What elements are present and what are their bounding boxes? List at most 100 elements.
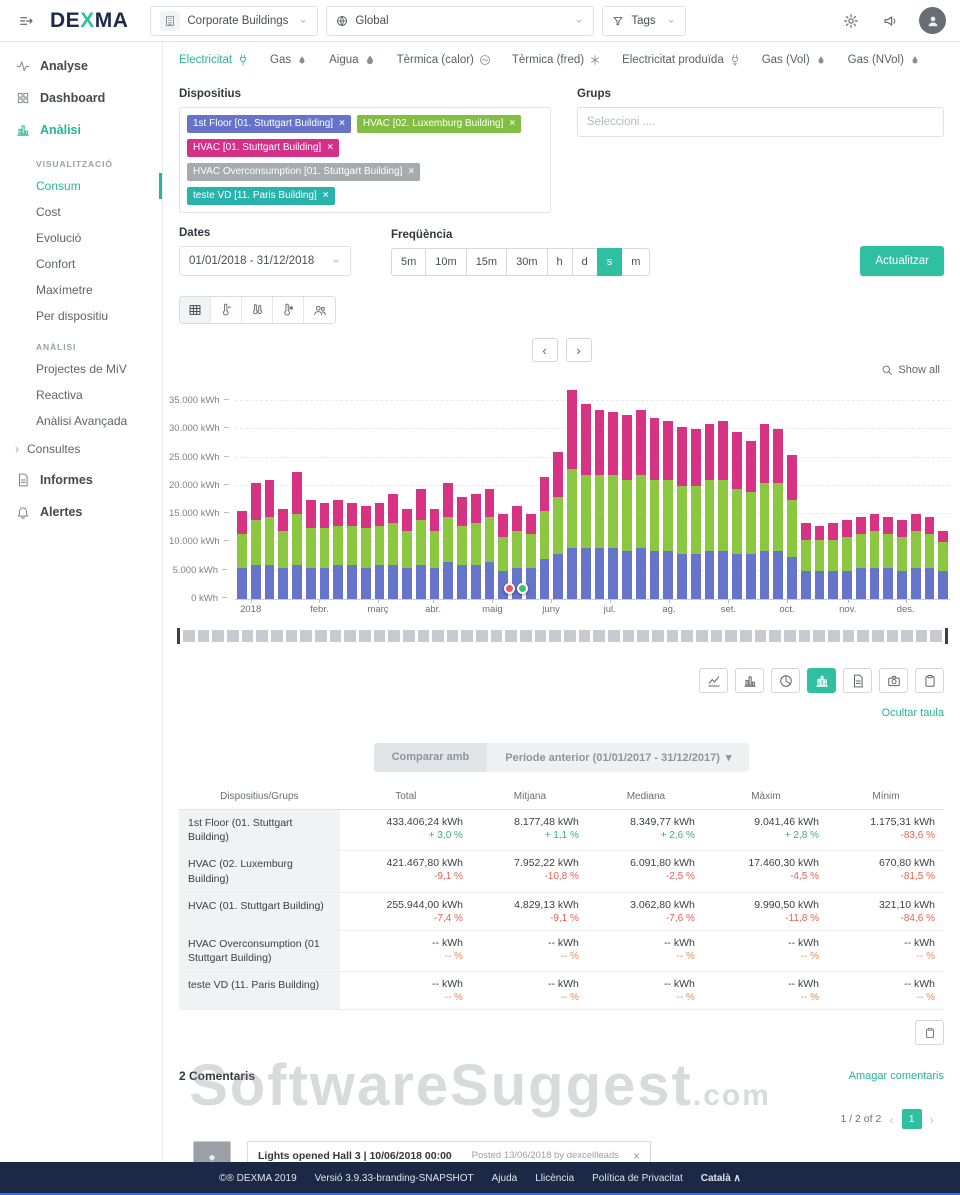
scrollbar-segment[interactable] [711, 630, 723, 642]
scrollbar-left-handle[interactable] [177, 628, 180, 644]
line-chart-button[interactable] [699, 668, 728, 693]
scrollbar-segment[interactable] [374, 630, 386, 642]
cooling-degree-days-button[interactable] [273, 297, 304, 323]
scrollbar-segment[interactable] [183, 630, 195, 642]
temperature-button[interactable] [211, 297, 242, 323]
scrollbar-segment[interactable] [901, 630, 913, 642]
scrollbar-segment[interactable] [696, 630, 708, 642]
scrollbar-segment[interactable] [491, 630, 503, 642]
remove-chip-icon[interactable]: × [408, 166, 414, 178]
sidebar-item-cost[interactable]: Cost [0, 199, 162, 225]
remove-chip-icon[interactable]: × [327, 142, 333, 154]
footer-link-license[interactable]: Llicència [535, 1173, 574, 1184]
remove-chip-icon[interactable]: × [509, 118, 515, 130]
table-view-button[interactable] [180, 297, 211, 323]
export-report-button[interactable] [843, 668, 872, 693]
scrollbar-segment[interactable] [447, 630, 459, 642]
hide-comments-link[interactable]: Amagar comentaris [849, 1070, 944, 1082]
copy-table-button[interactable] [915, 1020, 944, 1045]
scrollbar-segment[interactable] [535, 630, 547, 642]
scrollbar-segment[interactable] [784, 630, 796, 642]
user-avatar[interactable] [919, 7, 946, 34]
scrollbar-segment[interactable] [549, 630, 561, 642]
scrollbar-segment[interactable] [505, 630, 517, 642]
sidebar-item-dashboard[interactable]: Dashboard [0, 82, 162, 114]
fuel-tab-electricitat[interactable]: Electricitat [179, 54, 249, 66]
device-chip-hvac-overconsumption-01-stuttgart-building[interactable]: HVAC Overconsumption [01. Stuttgart Buil… [187, 163, 420, 181]
snapshot-button[interactable] [879, 668, 908, 693]
scrollbar-segment[interactable] [271, 630, 283, 642]
comment-marker-1[interactable] [504, 583, 515, 594]
date-range-select[interactable]: 01/01/2018 - 31/12/2018 [179, 246, 351, 276]
devices-multiselect[interactable]: 1st Floor [01. Stuttgart Building]×HVAC … [179, 107, 551, 213]
scrollbar-segment[interactable] [828, 630, 840, 642]
sidebar-item-alertes[interactable]: Alertes [0, 496, 162, 528]
scrollbar-segment[interactable] [755, 630, 767, 642]
sidebar-item-consum[interactable]: Consum [0, 173, 162, 199]
announcements-button[interactable] [879, 9, 903, 33]
scrollbar-segment[interactable] [725, 630, 737, 642]
scrollbar-segment[interactable] [300, 630, 312, 642]
scrollbar-segment[interactable] [359, 630, 371, 642]
scrollbar-segment[interactable] [813, 630, 825, 642]
frequency-option-5m[interactable]: 5m [391, 248, 426, 276]
scrollbar-segment[interactable] [681, 630, 693, 642]
scrollbar-segment[interactable] [799, 630, 811, 642]
scrollbar-segment[interactable] [564, 630, 576, 642]
scrollbar-segment[interactable] [652, 630, 664, 642]
scrollbar-segment[interactable] [476, 630, 488, 642]
fuel-tab-gas-nvol[interactable]: Gas (NVol) [848, 54, 921, 66]
scrollbar-segment[interactable] [344, 630, 356, 642]
frequency-option-s[interactable]: s [597, 248, 623, 276]
scrollbar-segment[interactable] [212, 630, 224, 642]
scrollbar-segment[interactable] [857, 630, 869, 642]
sidebar-item-max-metre[interactable]: Maxímetre [0, 277, 162, 303]
scrollbar-segment[interactable] [227, 630, 239, 642]
scrollbar-segment[interactable] [769, 630, 781, 642]
tags-selector[interactable]: Tags [602, 6, 686, 36]
organization-selector[interactable]: Corporate Buildings [150, 6, 318, 36]
scrollbar-segment[interactable] [887, 630, 899, 642]
scrollbar-right-handle[interactable] [945, 628, 948, 644]
scrollbar-segment[interactable] [242, 630, 254, 642]
fuel-tab-t-rmica-fred[interactable]: Tèrmica (fred) [512, 54, 601, 66]
scrollbar-segment[interactable] [930, 630, 942, 642]
scrollbar-segment[interactable] [637, 630, 649, 642]
sidebar-item-projectes-de-miv[interactable]: Projectes de MiV [0, 356, 162, 382]
scrollbar-segment[interactable] [388, 630, 400, 642]
scrollbar-segment[interactable] [286, 630, 298, 642]
scrollbar-segment[interactable] [843, 630, 855, 642]
sidebar-item-confort[interactable]: Confort [0, 251, 162, 277]
scrollbar-segment[interactable] [198, 630, 210, 642]
pie-chart-button[interactable] [771, 668, 800, 693]
fuel-tab-electricitat-produ-da[interactable]: Electricitat produïda [622, 54, 741, 66]
scrollbar-segment[interactable] [461, 630, 473, 642]
pagination-next-button[interactable]: › [930, 1112, 934, 1127]
scrollbar-segment[interactable] [608, 630, 620, 642]
comment-marker-2[interactable] [517, 583, 528, 594]
scrollbar-segment[interactable] [432, 630, 444, 642]
scrollbar-segment[interactable] [418, 630, 430, 642]
remove-chip-icon[interactable]: × [339, 118, 345, 130]
sidebar-item-per-dispositiu[interactable]: Per dispositiu [0, 303, 162, 329]
scrollbar-segment[interactable] [623, 630, 635, 642]
scrollbar-segment[interactable] [593, 630, 605, 642]
device-chip-hvac-01-stuttgart-building[interactable]: HVAC [01. Stuttgart Building]× [187, 139, 339, 157]
sidebar-item-an-lisi-avan-ada[interactable]: Anàlisi Avançada [0, 408, 162, 434]
sidebar-item-informes[interactable]: Informes [0, 464, 162, 496]
fuel-tab-t-rmica-calor[interactable]: Tèrmica (calor) [397, 54, 491, 66]
update-button[interactable]: Actualitzar [860, 246, 944, 276]
frequency-option-h[interactable]: h [547, 248, 573, 276]
chart-next-button[interactable]: › [566, 338, 592, 362]
chart-prev-button[interactable]: ‹ [532, 338, 558, 362]
sidebar-item-evoluci[interactable]: Evolució [0, 225, 162, 251]
sidebar-item-reactiva[interactable]: Reactiva [0, 382, 162, 408]
frequency-option-d[interactable]: d [572, 248, 598, 276]
consumption-chart[interactable]: 35.000 kWh30.000 kWh25.000 kWh20.000 kWh… [173, 388, 954, 616]
frequency-option-15m[interactable]: 15m [466, 248, 507, 276]
footer-link-help[interactable]: Ajuda [492, 1173, 518, 1184]
compare-period-select[interactable]: Període anterior (01/01/2017 - 31/12/201… [487, 743, 749, 772]
scrollbar-segment[interactable] [916, 630, 928, 642]
settings-button[interactable] [839, 9, 863, 33]
occupancy-button[interactable] [304, 297, 335, 323]
